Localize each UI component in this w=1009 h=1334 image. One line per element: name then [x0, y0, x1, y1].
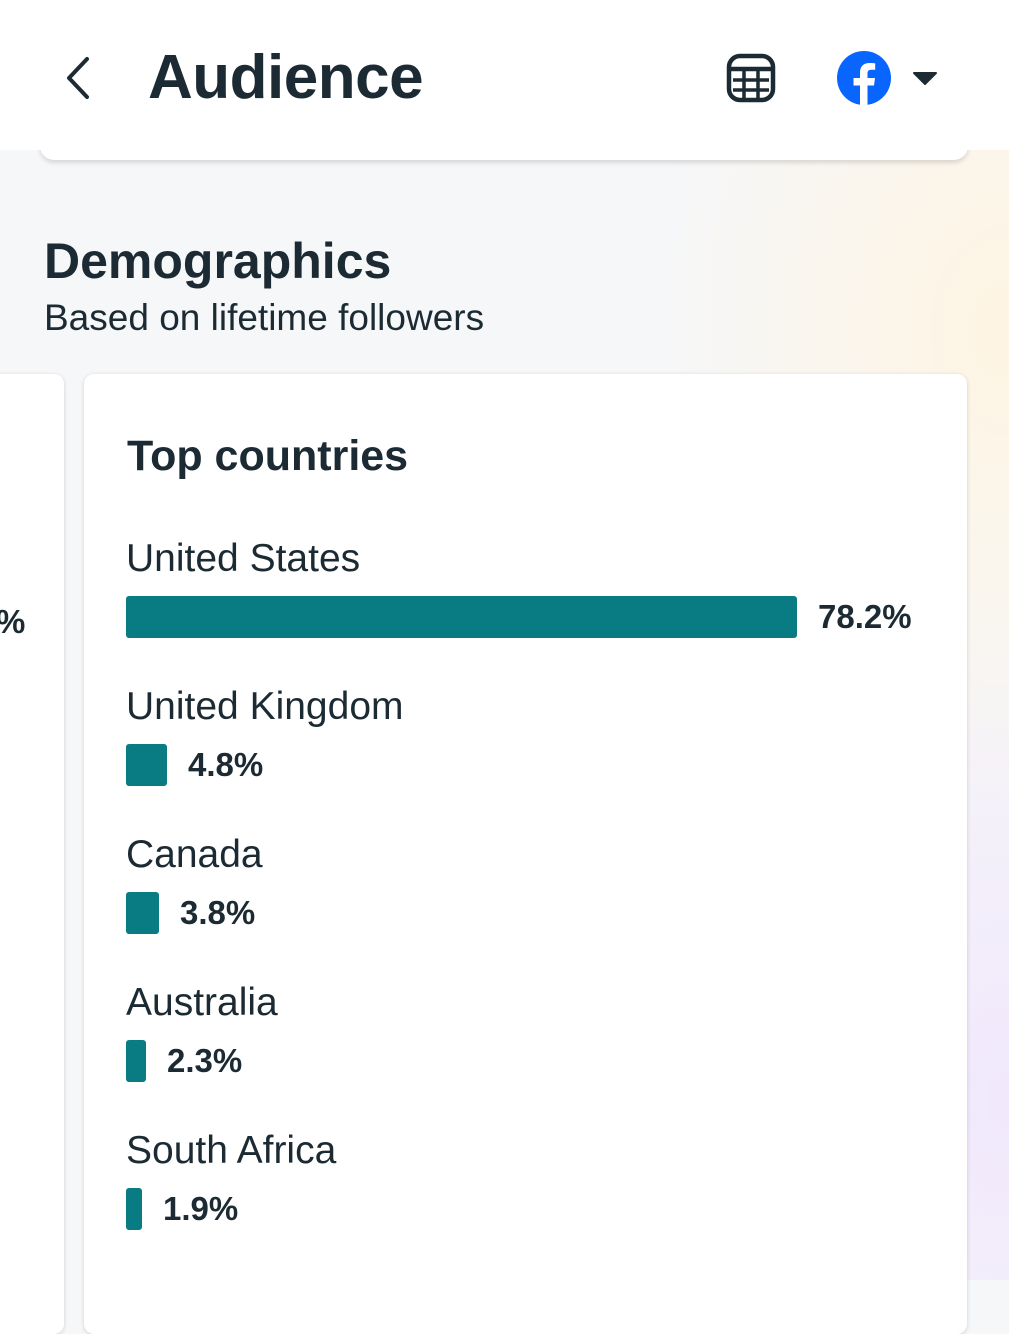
bar-row: 1.9% [126, 1188, 238, 1230]
country-value: 78.2% [818, 598, 912, 635]
bar-row: 2.3% [126, 1040, 242, 1082]
export-table-button[interactable] [722, 50, 780, 106]
platform-selector[interactable] [836, 48, 946, 108]
previous-card[interactable]: % [0, 374, 64, 1334]
list-item: Australia 2.3% [126, 980, 946, 1128]
country-bar [126, 744, 167, 786]
country-bar [126, 892, 159, 934]
facebook-icon [837, 51, 891, 106]
country-name: Australia [126, 981, 278, 1024]
bar-row: 4.8% [126, 744, 263, 786]
bar-row: 3.8% [126, 892, 255, 934]
country-value: 2.3% [167, 1042, 243, 1079]
country-bar [126, 1040, 146, 1082]
previous-card-value: % [0, 602, 25, 642]
list-item: United Kingdom 4.8% [126, 684, 946, 832]
table-icon [726, 53, 776, 103]
list-item: United States 78.2% [126, 536, 946, 684]
top-countries-card: Top countries United States 78.2% United… [84, 374, 967, 1334]
card-title: Top countries [127, 432, 409, 480]
country-name: Canada [126, 833, 263, 876]
country-value: 3.8% [180, 894, 256, 931]
bar-row: 78.2% [126, 596, 912, 638]
page-title: Audience [148, 43, 424, 112]
country-name: United States [126, 537, 361, 580]
chevron-left-icon [67, 57, 89, 99]
country-bar [126, 1188, 142, 1230]
country-value: 1.9% [163, 1190, 239, 1227]
back-button[interactable] [52, 50, 104, 106]
caret-down-icon [913, 72, 937, 85]
country-name: United Kingdom [126, 685, 404, 728]
country-list: United States 78.2% United Kingdom 4.8% … [126, 536, 946, 1276]
country-bar [126, 596, 797, 638]
list-item: Canada 3.8% [126, 832, 946, 980]
list-item: South Africa 1.9% [126, 1128, 946, 1276]
country-value: 4.8% [188, 746, 264, 783]
section-title: Demographics [44, 233, 392, 289]
country-name: South Africa [126, 1129, 337, 1172]
app-header: Audience [0, 0, 1009, 150]
section-subtitle: Based on lifetime followers [44, 297, 485, 338]
